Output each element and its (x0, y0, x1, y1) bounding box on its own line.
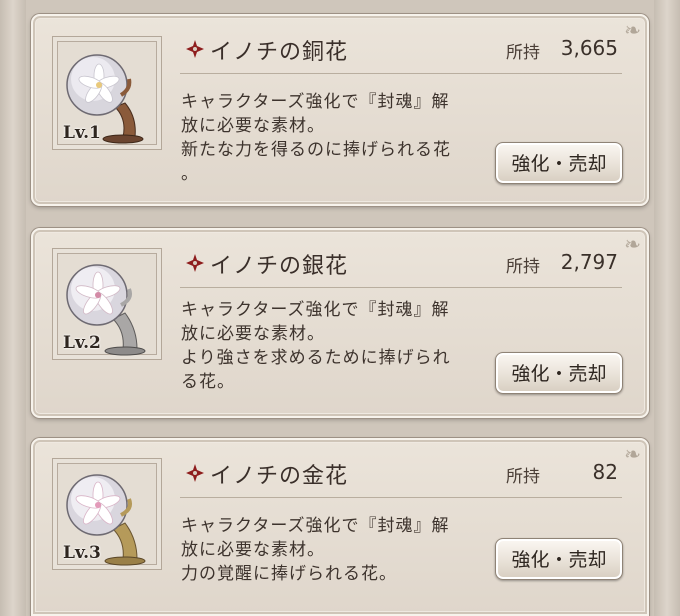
cross-ornament-icon (186, 254, 204, 272)
item-name: イノチの金花 (210, 464, 349, 489)
item-header: イノチの銀花 所持 2,797 (180, 247, 622, 288)
enhance-sell-button[interactable]: 強化・売却 (495, 538, 623, 580)
cross-ornament-icon (186, 40, 204, 58)
item-level: Lv.3 (63, 543, 101, 563)
item-header: イノチの銅花 所持 3,665 (180, 33, 622, 74)
item-level: Lv.2 (63, 333, 101, 353)
item-description: キャラクターズ強化で『封魂』解 放に必要な素材。 力の覚醒に捧げられる花。 (181, 516, 450, 584)
cross-ornament-icon (186, 464, 204, 482)
corner-flourish-icon: ❧ (624, 18, 641, 42)
enhance-sell-button[interactable]: 強化・売却 (495, 142, 623, 184)
item-description: キャラクターズ強化で『封魂』解 放に必要な素材。 より強さを求めるために捧げられ… (181, 300, 451, 392)
corner-flourish-icon: ❧ (624, 232, 641, 256)
item-icon-frame: Lv.2 (52, 248, 162, 360)
item-level: Lv.1 (63, 123, 101, 143)
held-count: 2,797 (560, 250, 618, 274)
held-label: 所持 (506, 257, 540, 277)
held-label: 所持 (506, 467, 540, 487)
item-icon-frame: Lv.3 (52, 458, 162, 570)
enhance-sell-button[interactable]: 強化・売却 (495, 352, 623, 394)
item-icon-frame: Lv.1 (52, 36, 162, 150)
item-name: イノチの銀花 (210, 254, 349, 279)
material-card-copper: ❧ Lv.1 イノチの銅花 所持 3,665 キャラクターズ強化で『封魂』解 放… (31, 14, 649, 206)
held-count: 82 (592, 460, 618, 484)
corner-flourish-icon: ❧ (624, 442, 641, 466)
item-name: イノチの銅花 (210, 40, 349, 65)
item-header: イノチの金花 所持 82 (180, 457, 622, 498)
held-count: 3,665 (560, 36, 618, 60)
item-description: キャラクターズ強化で『封魂』解 放に必要な素材。 新たな力を得るのに捧げられる花… (181, 92, 451, 184)
material-card-gold: ❧ Lv.3 イノチの金花 所持 82 キャラクターズ強化で『封魂』解 放に必要… (31, 438, 649, 616)
material-card-silver: ❧ Lv.2 イノチの銀花 所持 2,797 キャラクターズ強化で『封魂』解 放… (31, 228, 649, 418)
material-list: ❧ Lv.1 イノチの銅花 所持 3,665 キャラクターズ強化で『封魂』解 放… (0, 0, 680, 616)
held-label: 所持 (506, 43, 540, 63)
